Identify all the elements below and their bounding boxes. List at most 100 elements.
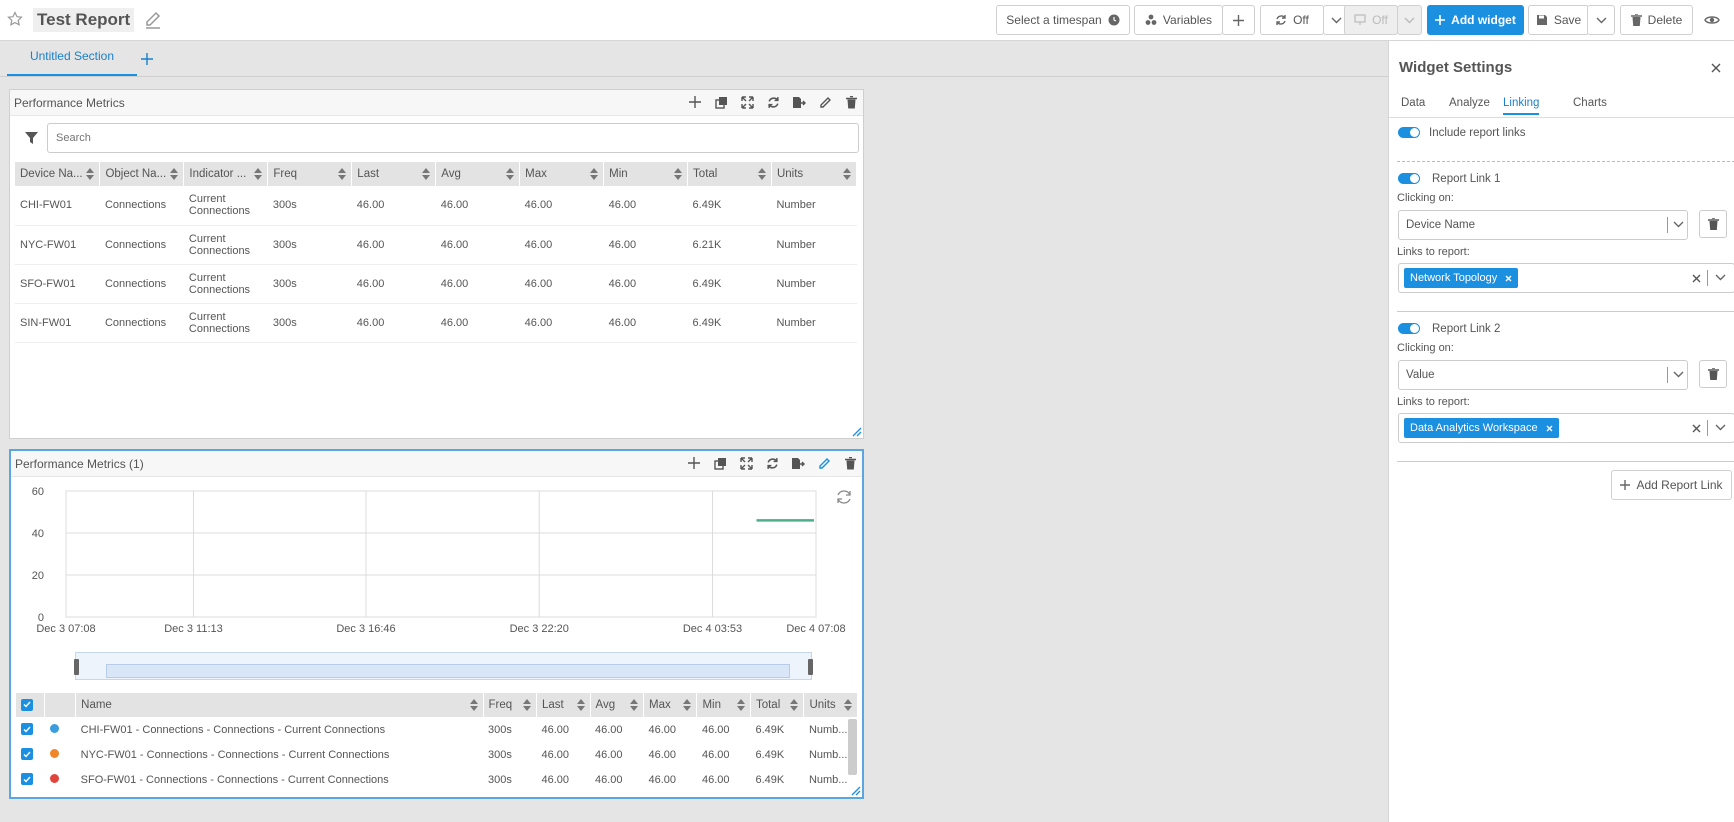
remove-chip-icon[interactable] bbox=[1546, 425, 1553, 432]
indicator-cell[interactable]: Current Connections bbox=[183, 225, 268, 265]
remove-chip-icon[interactable] bbox=[1505, 275, 1512, 282]
device-name-cell[interactable]: NYC-FW01 bbox=[15, 225, 100, 265]
column-header[interactable]: Last bbox=[351, 162, 437, 186]
tab-analyze[interactable]: Analyze bbox=[1449, 97, 1490, 109]
save-dropdown[interactable] bbox=[1587, 5, 1615, 35]
column-header[interactable]: Units bbox=[771, 162, 858, 186]
close-icon[interactable] bbox=[1709, 61, 1723, 75]
refresh-icon[interactable] bbox=[765, 94, 781, 110]
duplicate-icon[interactable] bbox=[713, 94, 729, 110]
variables-button[interactable]: Variables bbox=[1134, 5, 1223, 35]
refresh-icon[interactable] bbox=[764, 455, 780, 471]
preview-eye-icon[interactable] bbox=[1703, 12, 1721, 28]
indicator-cell[interactable]: Current Connections bbox=[183, 303, 268, 343]
range-handle-left[interactable] bbox=[74, 659, 79, 675]
delete-button[interactable]: Delete bbox=[1620, 5, 1693, 35]
include-links-toggle[interactable] bbox=[1398, 127, 1420, 138]
column-header[interactable]: Indicator ... bbox=[183, 162, 269, 186]
column-header[interactable]: Device Na... bbox=[15, 162, 101, 186]
duplicate-icon[interactable] bbox=[712, 455, 728, 471]
column-header[interactable]: Freq bbox=[267, 162, 353, 186]
report-link-2-toggle[interactable] bbox=[1398, 323, 1420, 334]
column-header[interactable]: Min bbox=[696, 693, 751, 717]
object-name-cell[interactable]: Connections bbox=[99, 264, 184, 304]
range-navigator[interactable] bbox=[74, 652, 813, 680]
search-input[interactable] bbox=[47, 123, 859, 153]
expand-icon[interactable] bbox=[739, 94, 755, 110]
report-title[interactable]: Test Report bbox=[33, 8, 135, 32]
resize-handle-icon[interactable] bbox=[851, 786, 861, 796]
add-report-link-button[interactable]: Add Report Link bbox=[1611, 470, 1732, 500]
clear-icon[interactable] bbox=[1692, 424, 1701, 433]
trash-icon[interactable] bbox=[842, 455, 858, 471]
export-icon[interactable] bbox=[790, 455, 806, 471]
add-section-icon[interactable] bbox=[140, 52, 154, 66]
device-name-cell[interactable]: SIN-FW01 bbox=[15, 303, 100, 343]
remove-link-1-button[interactable] bbox=[1699, 210, 1727, 238]
clicking-on-select[interactable]: Value bbox=[1398, 360, 1688, 390]
column-header[interactable]: Min bbox=[603, 162, 689, 186]
save-button[interactable]: Save bbox=[1528, 5, 1589, 35]
series-name: NYC-FW01 - Connections - Connections - C… bbox=[80, 748, 390, 761]
range-selection[interactable] bbox=[106, 664, 790, 678]
column-header[interactable]: Max bbox=[643, 693, 698, 717]
column-header[interactable]: Total bbox=[750, 693, 805, 717]
checkbox-checked-icon[interactable] bbox=[21, 748, 33, 761]
tab-linking[interactable]: Linking bbox=[1503, 97, 1540, 115]
add-variable-button[interactable] bbox=[1222, 5, 1255, 35]
column-header[interactable]: Avg bbox=[435, 162, 521, 186]
add-icon[interactable] bbox=[687, 94, 703, 110]
auto-refresh-button[interactable]: Off bbox=[1260, 5, 1324, 35]
checkbox-checked-icon[interactable] bbox=[21, 773, 33, 786]
report-link-1-toggle[interactable] bbox=[1398, 173, 1420, 184]
remove-link-2-button[interactable] bbox=[1699, 360, 1727, 388]
indicator-cell[interactable]: Current Connections bbox=[183, 186, 268, 226]
add-widget-button[interactable]: Add widget bbox=[1427, 5, 1524, 35]
links-to-report-select[interactable]: Network Topology bbox=[1398, 263, 1734, 293]
legend-row[interactable]: CHI-FW01 - Connections - Connections - C… bbox=[16, 717, 858, 742]
export-icon[interactable] bbox=[791, 94, 807, 110]
column-header[interactable]: Avg bbox=[590, 693, 644, 717]
links-to-report-select[interactable]: Data Analytics Workspace bbox=[1398, 413, 1734, 443]
checkbox-checked-icon[interactable] bbox=[21, 698, 33, 711]
legend-row[interactable]: NYC-FW01 - Connections - Connections - C… bbox=[16, 742, 858, 767]
series-checkbox[interactable] bbox=[16, 767, 45, 792]
column-header[interactable]: Total bbox=[687, 162, 772, 186]
range-handle-right[interactable] bbox=[808, 659, 813, 675]
edit-icon[interactable] bbox=[816, 455, 832, 471]
tab-charts[interactable]: Charts bbox=[1573, 97, 1607, 109]
clicking-on-select[interactable]: Device Name bbox=[1398, 210, 1688, 240]
device-name-cell[interactable]: CHI-FW01 bbox=[15, 186, 100, 226]
object-name-cell[interactable]: Connections bbox=[99, 303, 184, 343]
star-icon[interactable] bbox=[7, 11, 23, 27]
object-name-cell[interactable]: Connections bbox=[99, 225, 184, 265]
edit-title-icon[interactable] bbox=[144, 10, 164, 30]
column-header[interactable]: Units bbox=[803, 693, 858, 717]
checkbox-checked-icon[interactable] bbox=[21, 723, 33, 736]
indicator-cell[interactable]: Current Connections bbox=[183, 264, 268, 304]
add-icon[interactable] bbox=[686, 455, 702, 471]
tab-untitled-section[interactable]: Untitled Section bbox=[7, 41, 137, 76]
column-header[interactable]: Name bbox=[75, 693, 484, 717]
tab-data[interactable]: Data bbox=[1401, 97, 1425, 109]
legend-row[interactable]: SFO-FW01 - Connections - Connections - C… bbox=[16, 767, 858, 792]
object-name-cell[interactable]: Connections bbox=[99, 186, 184, 226]
resize-handle-icon[interactable] bbox=[852, 427, 862, 437]
reset-zoom-icon[interactable] bbox=[834, 487, 854, 507]
series-checkbox[interactable] bbox=[16, 742, 45, 767]
legend-scrollbar[interactable] bbox=[848, 719, 857, 775]
column-header[interactable]: Freq bbox=[483, 693, 538, 717]
column-header[interactable]: Max bbox=[519, 162, 605, 186]
trash-icon[interactable] bbox=[843, 94, 859, 110]
column-header[interactable]: Last bbox=[536, 693, 591, 717]
expand-icon[interactable] bbox=[738, 455, 754, 471]
clear-icon[interactable] bbox=[1692, 274, 1701, 283]
filter-icon[interactable] bbox=[24, 131, 38, 145]
device-name-cell[interactable]: SFO-FW01 bbox=[15, 264, 100, 304]
edit-icon[interactable] bbox=[817, 94, 833, 110]
trash-icon bbox=[1707, 368, 1719, 380]
timespan-button[interactable]: Select a timespan bbox=[996, 5, 1130, 35]
column-header[interactable]: Object Na... bbox=[99, 162, 185, 186]
series-checkbox[interactable] bbox=[16, 717, 45, 742]
select-all-header[interactable] bbox=[16, 693, 46, 717]
